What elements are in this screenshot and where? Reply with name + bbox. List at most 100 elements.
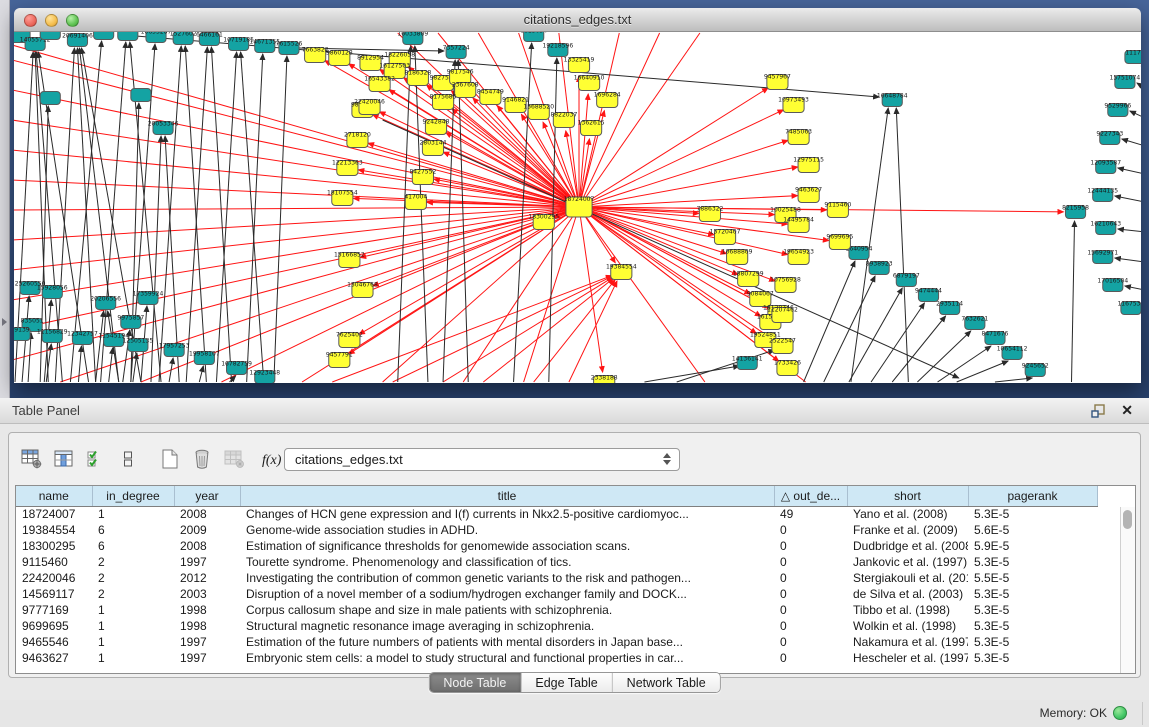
graph-node[interactable]: 19218596: [542, 43, 573, 57]
cell-title[interactable]: Changes of HCN gene expression and I(f) …: [240, 506, 774, 522]
graph-node[interactable]: 9860128: [326, 50, 353, 66]
graph-node[interactable]: 19958107: [189, 351, 220, 365]
graph-node[interactable]: 39139: [14, 327, 30, 341]
graph-node[interactable]: 9242848: [423, 119, 450, 135]
cell-short[interactable]: Nakamura et al. (1997): [847, 634, 968, 650]
graph-edge[interactable]: [804, 261, 855, 382]
graph-edge[interactable]: [917, 331, 970, 382]
cell-title[interactable]: Disruption of a novel member of a sodium…: [240, 586, 774, 602]
cell-in-degree[interactable]: 1: [92, 650, 174, 666]
graph-node[interactable]: 16648784: [877, 93, 908, 107]
graph-node[interactable]: 8454749: [477, 89, 504, 105]
graph-node[interactable]: 14495784: [783, 217, 814, 233]
graph-node[interactable]: 12975115: [793, 157, 824, 173]
cell-out-degree[interactable]: 0: [774, 554, 847, 570]
column-header-name[interactable]: name: [16, 486, 92, 506]
graph-node[interactable]: 16543382: [364, 76, 395, 92]
graph-node[interactable]: 9227343: [1096, 131, 1123, 145]
graph-edge[interactable]: [186, 47, 207, 382]
graph-node[interactable]: 417004: [404, 194, 427, 210]
graph-node[interactable]: 16033809: [397, 32, 428, 45]
graph-node[interactable]: 8813054: [520, 32, 547, 42]
graph-node[interactable]: [94, 32, 114, 40]
float-panel-icon[interactable]: [1091, 404, 1105, 418]
graph-edge[interactable]: [78, 346, 81, 382]
graph-edge[interactable]: [1137, 83, 1141, 88]
graph-node[interactable]: 1696284: [594, 92, 621, 108]
cell-short[interactable]: Tibbo et al. (1998): [847, 602, 968, 618]
cell-short[interactable]: Dudbridge et al. (2008): [847, 538, 968, 554]
graph-node[interactable]: 7485063: [785, 129, 812, 145]
cell-year[interactable]: 2009: [174, 522, 240, 538]
cell-pagerank[interactable]: 5.3E-5: [968, 602, 1097, 618]
graph-node[interactable]: 18300295: [528, 214, 559, 230]
graph-node[interactable]: 1167533: [1117, 301, 1141, 315]
graph-edge[interactable]: [1115, 196, 1141, 202]
graph-node[interactable]: 15046768: [347, 282, 378, 298]
cell-name[interactable]: 9465546: [16, 634, 92, 650]
cell-title[interactable]: Corpus callosum shape and size in male p…: [240, 602, 774, 618]
graph-node[interactable]: 12093587: [1090, 160, 1121, 174]
graph-node[interactable]: 8175685: [430, 94, 457, 110]
graph-node[interactable]: 17957253: [159, 343, 190, 357]
cell-title[interactable]: Structural magnetic resonance image aver…: [240, 618, 774, 634]
cell-in-degree[interactable]: 2: [92, 570, 174, 586]
cell-name[interactable]: 19384554: [16, 522, 92, 538]
graph-edge[interactable]: [14, 207, 579, 330]
delete-column-icon[interactable]: [189, 446, 215, 472]
column-header-out-de-[interactable]: △ out_de...: [774, 486, 847, 506]
graph-node[interactable]: 9975857: [117, 315, 144, 329]
cell-pagerank[interactable]: 5.3E-5: [968, 506, 1097, 522]
cell-short[interactable]: Jankovic et al. (1997): [847, 554, 968, 570]
graph-edge[interactable]: [534, 280, 615, 382]
cell-name[interactable]: 14569117: [16, 586, 92, 602]
cell-name[interactable]: 18300295: [16, 538, 92, 554]
cell-in-degree[interactable]: 2: [92, 586, 174, 602]
graph-edge[interactable]: [14, 207, 579, 300]
graph-node[interactable]: 16210643: [1090, 221, 1121, 235]
graph-node[interactable]: 2935114: [936, 301, 963, 315]
graph-edge[interactable]: [211, 47, 231, 382]
close-panel-icon[interactable]: ✕: [1121, 402, 1133, 419]
graph-node[interactable]: 10973493: [778, 97, 809, 113]
cell-year[interactable]: 2008: [174, 506, 240, 522]
graph-node[interactable]: 7632621: [961, 316, 988, 330]
graph-node[interactable]: 9457967: [764, 74, 791, 90]
cell-pagerank[interactable]: 5.5E-5: [968, 570, 1097, 586]
graph-edge[interactable]: [216, 52, 236, 382]
table-row[interactable]: 2242004622012Investigating the contribut…: [16, 570, 1119, 586]
table-row[interactable]: 911546021997Tourette syndrome. Phenomeno…: [16, 554, 1119, 570]
gutter-resize-marker[interactable]: [2, 318, 7, 326]
graph-node[interactable]: 15751074: [1110, 75, 1141, 89]
graph-node[interactable]: 15692971: [1087, 250, 1118, 264]
cell-in-degree[interactable]: 1: [92, 634, 174, 650]
scrollbar-thumb[interactable]: [1123, 510, 1132, 529]
cell-name[interactable]: 9463627: [16, 650, 92, 666]
graph-node[interactable]: [40, 32, 60, 40]
cell-title[interactable]: Genome-wide association studies in ADHD.: [240, 522, 774, 538]
graph-node[interactable]: 1362615: [578, 120, 605, 136]
cell-out-degree[interactable]: 0: [774, 586, 847, 602]
cell-title[interactable]: Tourette syndrome. Phenomenology and cla…: [240, 554, 774, 570]
graph-node[interactable]: 10756928: [770, 277, 801, 293]
cell-year[interactable]: 2008: [174, 538, 240, 554]
graph-node[interactable]: 20691406: [62, 33, 93, 47]
cell-title[interactable]: Embryonic stem cells: a model to study s…: [240, 650, 774, 666]
graph-edge[interactable]: [332, 276, 612, 382]
cell-pagerank[interactable]: 5.3E-5: [968, 634, 1097, 650]
cell-out-degree[interactable]: 0: [774, 538, 847, 554]
table-row[interactable]: 946554611997Estimation of the future num…: [16, 634, 1119, 650]
graph-node[interactable]: 9463627: [795, 187, 822, 203]
graph-edge[interactable]: [1125, 286, 1141, 290]
cell-name[interactable]: 9115460: [16, 554, 92, 570]
cell-year[interactable]: 2012: [174, 570, 240, 586]
column-header-pagerank[interactable]: pagerank: [968, 486, 1097, 506]
graph-edge[interactable]: [995, 378, 1032, 382]
graph-edge[interactable]: [1115, 258, 1141, 262]
graph-node[interactable]: 7625402: [336, 332, 363, 348]
graph-node[interactable]: 1733426: [774, 360, 801, 376]
graph-node[interactable]: 15166852: [334, 252, 365, 268]
graph-node[interactable]: 9115460: [824, 202, 851, 218]
graph-node[interactable]: 10688809: [722, 249, 753, 265]
cell-year[interactable]: 1997: [174, 554, 240, 570]
